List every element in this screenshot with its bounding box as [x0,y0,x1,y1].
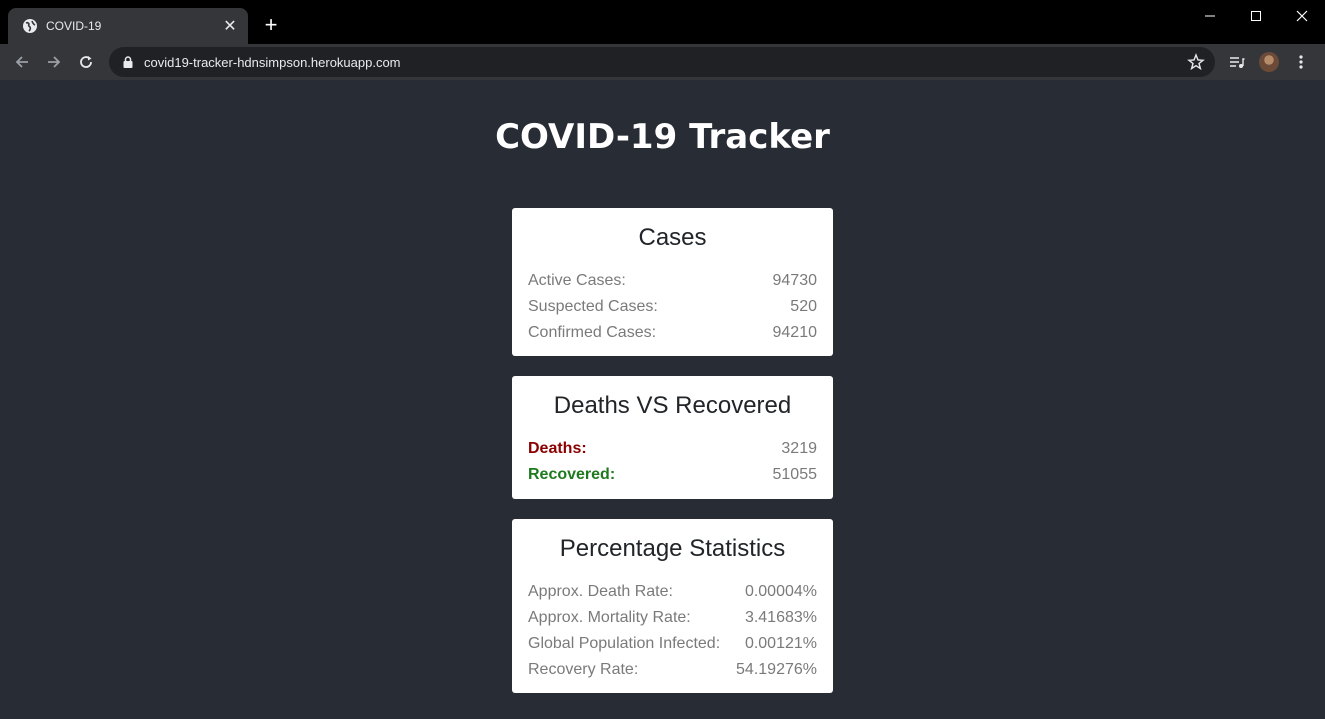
tab-covid[interactable]: COVID-19 ✕ [8,8,248,44]
globe-icon [23,19,37,33]
address-bar[interactable]: covid19-tracker-hdnsimpson.herokuapp.com [109,47,1215,77]
recovered-value: 51055 [772,466,818,483]
deaths-recovered-card: Deaths VS Recovered Deaths: 3219 Recover… [512,376,833,499]
cases-heading: Cases [638,224,707,251]
stat-value: 520 [790,298,817,315]
more-vert-icon [1299,55,1303,69]
playlist-icon [1230,57,1245,68]
stat-value: 94730 [772,272,818,289]
stat-row-death-rate: Approx. Death Rate: 0.00004% [528,579,817,605]
stat-label: Active Cases: [528,272,626,289]
stat-label: Approx. Mortality Rate: [528,609,691,626]
stat-row-active: Active Cases: 94730 [528,268,817,294]
toolbar-right [1221,47,1317,77]
stat-row-recovery-rate: Recovery Rate: 54.19276% [528,657,817,683]
percentage-heading: Percentage Statistics [559,535,786,562]
new-tab-button[interactable]: + [258,12,284,38]
percentage-card: Percentage Statistics Approx. Death Rate… [512,519,833,693]
stat-row-confirmed: Confirmed Cases: 94210 [528,320,817,346]
page-title: COVID-19 Tracker [495,117,830,157]
deaths-recovered-heading: Deaths VS Recovered [553,392,792,419]
stat-row-suspected: Suspected Cases: 520 [528,294,817,320]
stat-row-mortality-rate: Approx. Mortality Rate: 3.41683% [528,605,817,631]
minimize-button[interactable] [1187,0,1233,32]
tab-title: COVID-19 [46,19,102,33]
stat-label: Global Population Infected: [528,635,721,652]
stat-label: Recovery Rate: [528,661,639,678]
browser-chrome: COVID-19 ✕ + covid19-tracker-hdnsimpson.… [0,0,1325,80]
stat-value: 0.00004% [744,583,817,600]
stat-label: Confirmed Cases: [528,324,657,341]
profile-button[interactable] [1253,47,1285,77]
arrow-right-icon [48,56,61,68]
close-window-button[interactable] [1279,0,1325,32]
tab-strip: COVID-19 ✕ + [0,0,1325,44]
recovered-label: Recovered: [528,466,616,483]
reload-icon [80,56,92,68]
stat-row-recovered: Recovered: 51055 [528,462,817,488]
window-controls [1187,0,1325,32]
reload-button[interactable] [70,46,102,78]
menu-button[interactable] [1285,47,1317,77]
stat-label: Approx. Death Rate: [528,583,673,600]
media-control-button[interactable] [1221,47,1253,77]
close-icon [1296,10,1308,22]
page-content: COVID-19 Tracker Cases Active Cases: 947… [0,80,1325,719]
avatar [1259,52,1279,72]
stat-value: 94210 [772,324,818,341]
star-icon[interactable] [1187,53,1205,71]
deaths-label: Deaths: [528,440,587,457]
lock-icon [123,56,133,68]
stat-row-deaths: Deaths: 3219 [528,436,817,462]
browser-toolbar: covid19-tracker-hdnsimpson.herokuapp.com [0,44,1325,80]
cases-card: Cases Active Cases: 94730 Suspected Case… [512,208,833,356]
stat-value: 54.19276% [736,661,817,678]
stat-label: Suspected Cases: [528,298,658,315]
deaths-value: 3219 [781,440,817,457]
stat-row-population-infected: Global Population Infected: 0.00121% [528,631,817,657]
stat-value: 3.41683% [744,609,817,626]
url-text: covid19-tracker-hdnsimpson.herokuapp.com [144,54,401,70]
tab-close-icon[interactable]: ✕ [222,16,238,36]
minimize-icon [1205,15,1215,17]
maximize-button[interactable] [1233,0,1279,32]
arrow-left-icon [15,56,28,68]
forward-button[interactable] [38,46,70,78]
stat-value: 0.00121% [744,635,817,652]
maximize-icon [1251,11,1261,21]
back-button[interactable] [6,46,38,78]
